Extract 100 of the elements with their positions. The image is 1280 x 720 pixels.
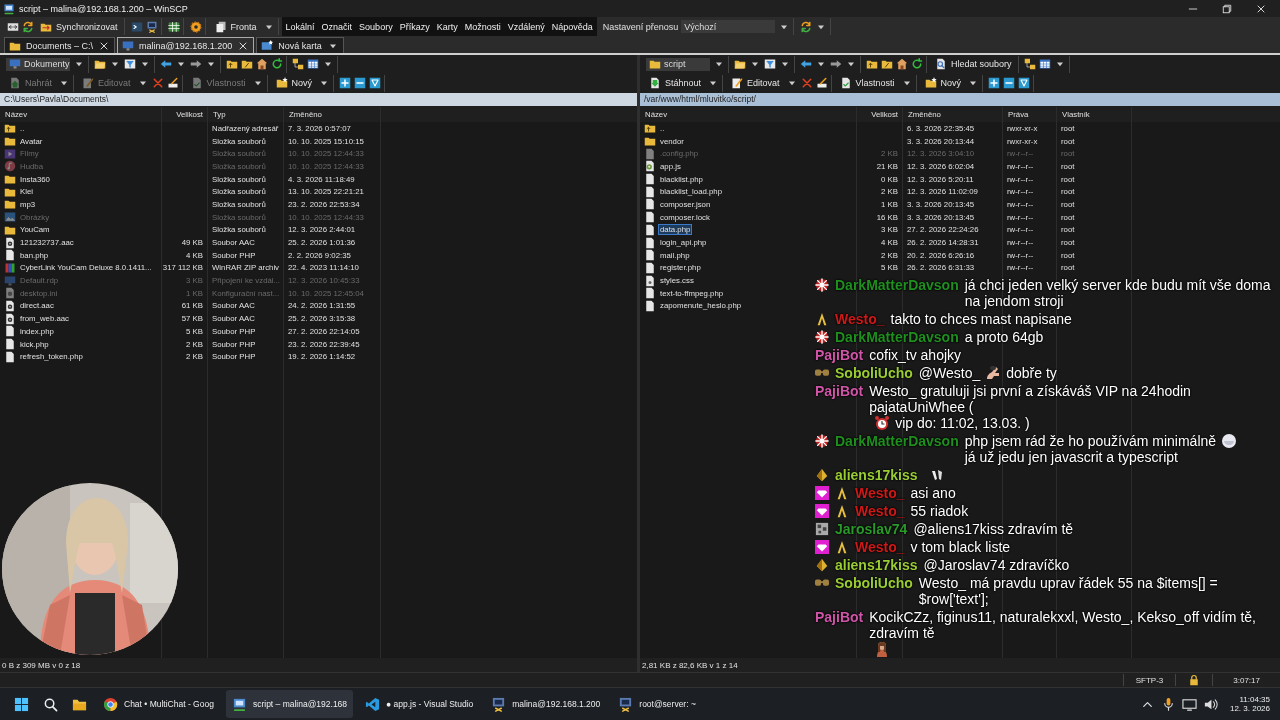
find-files-button[interactable]: Hledat soubory bbox=[932, 57, 1015, 71]
chat-username[interactable]: Jaroslav74 bbox=[835, 521, 908, 537]
chat-username[interactable]: PajiBot bbox=[815, 347, 864, 363]
chat-username[interactable]: aliens17kiss bbox=[835, 557, 918, 573]
audio-file-icon bbox=[4, 299, 16, 312]
taskbar-button[interactable]: script – malina@192.168 bbox=[225, 690, 354, 718]
taskbar-button[interactable]: root@server: ~ bbox=[612, 690, 702, 718]
menu-item[interactable]: Vzdálený bbox=[507, 21, 545, 32]
folder-icon bbox=[94, 58, 106, 70]
clock[interactable]: 11:04:35 12. 3. 2026 bbox=[1229, 695, 1270, 713]
window-title: script – malina@192.168.1.200 – WinSCP bbox=[19, 3, 188, 14]
folder-icon bbox=[4, 198, 16, 211]
menu-item[interactable]: Příkazy bbox=[399, 21, 430, 32]
path-bar[interactable]: C:\Users\Pavla\Documents\ bbox=[0, 93, 637, 106]
pixel-badge-icon bbox=[815, 522, 829, 536]
file-icon bbox=[4, 325, 16, 338]
monitor-icon bbox=[122, 39, 135, 52]
file-icon bbox=[644, 185, 656, 198]
filter-icon bbox=[1018, 77, 1031, 89]
file-icon bbox=[4, 338, 16, 351]
terminal-icon bbox=[145, 20, 158, 33]
menu-item[interactable]: Karty bbox=[436, 21, 458, 32]
menu-item[interactable]: Možnosti bbox=[464, 21, 501, 32]
new-folder-icon bbox=[275, 77, 288, 89]
gem-badge-icon bbox=[815, 468, 829, 482]
chat-username[interactable]: aliens17kiss bbox=[835, 467, 918, 483]
tab[interactable]: malina@192.168.1.200 bbox=[117, 37, 255, 53]
file-icon bbox=[644, 173, 656, 186]
hazard-badge-icon bbox=[815, 330, 829, 344]
tab[interactable]: Nová karta bbox=[256, 37, 344, 53]
back-arrow-icon bbox=[800, 58, 812, 70]
file-icon bbox=[644, 299, 656, 312]
tab[interactable]: Documents – C:\ bbox=[4, 37, 116, 53]
file-icon bbox=[644, 223, 656, 236]
chat-username[interactable]: DarkMatterDavson bbox=[835, 329, 959, 345]
location-dropdown[interactable]: Dokumenty bbox=[6, 57, 70, 71]
delete-icon bbox=[151, 77, 164, 89]
menu-item[interactable]: Nápověda bbox=[551, 21, 593, 32]
sync-icon bbox=[22, 20, 34, 33]
terminal-icon bbox=[491, 696, 507, 712]
chat-message: v tom black liste bbox=[910, 539, 1011, 555]
selection-status: 2,81 KB z 82,6 KB v 1 z 14 bbox=[642, 660, 738, 670]
rename-icon bbox=[166, 77, 179, 89]
properties-icon bbox=[190, 77, 203, 89]
refresh-icon bbox=[271, 58, 283, 70]
path-bar[interactable]: /var/www/html/mluvitko/script/ bbox=[640, 93, 1280, 106]
code-editor-icon bbox=[365, 696, 381, 712]
folder-icon bbox=[649, 58, 661, 70]
find-files-icon bbox=[935, 58, 947, 70]
pictures-folder-icon bbox=[4, 211, 16, 224]
taskbar-button[interactable]: malina@192.168.1.200 bbox=[485, 690, 607, 718]
chat-username[interactable]: DarkMatterDavson bbox=[835, 433, 959, 449]
new-button[interactable]: Nový bbox=[921, 76, 965, 90]
file-icon bbox=[4, 249, 16, 262]
new-tab-icon bbox=[261, 39, 274, 52]
chat-username[interactable]: SoboliUcho bbox=[835, 575, 913, 591]
protocol-status: SFTP-3 bbox=[1122, 674, 1176, 686]
transfer-preset-dropdown[interactable]: Výchozí bbox=[681, 20, 776, 33]
monitor-icon bbox=[1181, 696, 1197, 712]
diamond-badge-icon bbox=[815, 504, 829, 518]
chat-message: php jsem rád že ho používám minimálně bbox=[964, 433, 1217, 449]
new-button[interactable]: Nový bbox=[272, 76, 316, 90]
new-folder-icon bbox=[924, 77, 937, 89]
chat-message: dobře ty bbox=[1006, 365, 1057, 381]
edit-button[interactable]: Editovat bbox=[728, 76, 783, 90]
taskbar-button[interactable]: ● app.js - Visual Studio bbox=[359, 690, 480, 718]
root-folder-icon bbox=[241, 58, 253, 70]
chat-username[interactable]: PajiBot bbox=[815, 609, 864, 625]
folder-icon bbox=[4, 173, 16, 186]
parent-folder-icon bbox=[226, 58, 238, 70]
tree-icon bbox=[1023, 58, 1036, 70]
parent-folder-icon bbox=[4, 122, 16, 135]
home-icon bbox=[896, 58, 908, 70]
synchronize-button[interactable]: Synchronizovat bbox=[37, 19, 121, 34]
taskbar-button[interactable]: Chat • MultiChat - Goog bbox=[97, 690, 220, 718]
menu-item[interactable]: Soubory bbox=[359, 21, 393, 32]
audio-file-icon bbox=[4, 236, 16, 249]
selection-status: 0 B z 309 MB v 0 z 18 bbox=[2, 660, 81, 670]
chat-message: @Westo_ bbox=[918, 365, 981, 381]
calendar-icon bbox=[1038, 58, 1051, 70]
chat-username[interactable]: PajiBot bbox=[815, 383, 864, 399]
plus-icon bbox=[988, 77, 1001, 89]
gear-icon bbox=[189, 20, 202, 33]
elapsed-time: 3:07:17 bbox=[1212, 674, 1280, 686]
queue-button[interactable]: Fronta bbox=[211, 19, 260, 34]
forward-arrow-icon bbox=[190, 58, 202, 70]
alarm-clock-icon bbox=[874, 415, 891, 431]
archive-icon bbox=[4, 261, 16, 274]
location-dropdown[interactable]: script bbox=[646, 57, 710, 71]
menu-item[interactable]: Označit bbox=[321, 21, 353, 32]
file-icon bbox=[4, 350, 16, 363]
chat-message: a proto 64gb bbox=[964, 329, 1044, 345]
chat-message: vip do: 11:02, 13.03. ) bbox=[895, 415, 1030, 431]
menu-item[interactable]: Lokální bbox=[285, 21, 315, 32]
download-button[interactable]: Stáhnout bbox=[646, 76, 705, 90]
filter-icon bbox=[764, 58, 776, 70]
properties-button[interactable]: Vlastnosti bbox=[836, 76, 898, 90]
chat-message: Westo_ má pravdu uprav řádek 55 na $items[] = $row['text']; bbox=[918, 575, 1219, 607]
chat-username[interactable]: SoboliUcho bbox=[835, 365, 913, 381]
chat-username[interactable]: DarkMatterDavson bbox=[835, 277, 959, 293]
